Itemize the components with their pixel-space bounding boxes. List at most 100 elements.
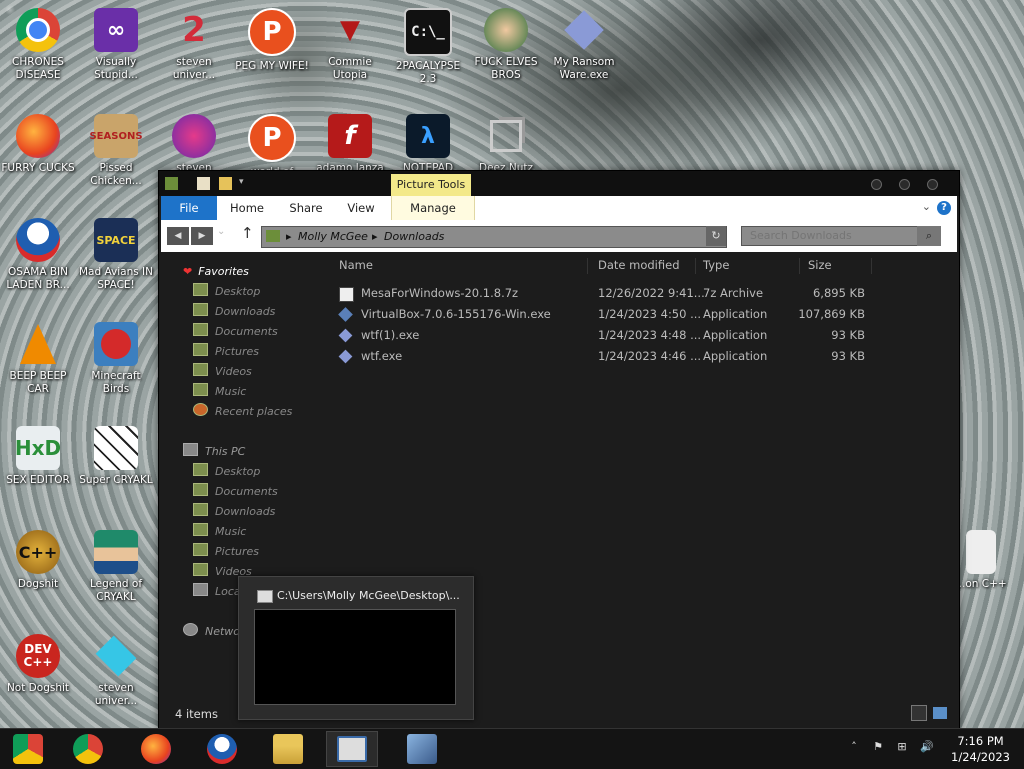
desktop-icon-beep-beep-car[interactable]: BEEP BEEP CAR	[0, 322, 76, 396]
taskbar-button-chrome-alt[interactable]	[2, 731, 54, 767]
address-bar[interactable]: ▸ Molly McGee ▸ Downloads	[261, 226, 727, 248]
desktop-folder-icon	[193, 283, 208, 296]
action-center-flag-icon[interactable]: ⚑	[872, 741, 884, 753]
nav-pc-desktop[interactable]: Desktop	[193, 463, 260, 481]
volume-icon[interactable]: 🔊	[920, 741, 934, 753]
thumbnail-window-preview[interactable]	[254, 609, 456, 705]
desktop-icon-label: Minecraft Birds	[91, 370, 141, 395]
nav-pc-music[interactable]: Music	[193, 523, 246, 541]
file-icon	[966, 530, 996, 574]
back-button[interactable]: ◀	[167, 227, 189, 245]
column-header-size[interactable]: Size	[808, 256, 832, 274]
close-button[interactable]	[927, 179, 938, 190]
column-header-type[interactable]: Type	[703, 256, 729, 274]
file-type: Application	[703, 349, 768, 363]
nav-favorite-documents[interactable]: Documents	[193, 323, 278, 341]
nav-favorite-downloads[interactable]: Downloads	[193, 303, 275, 321]
file-row[interactable]: MesaForWindows-20.1.8.7z 12/26/2022 9:41…	[331, 283, 951, 304]
title-bar[interactable]: ▾ Picture Tools	[159, 171, 959, 196]
file-row[interactable]: wtf(1).exe 1/24/2023 4:48 ... Applicatio…	[331, 325, 951, 346]
desktop-icon-super-cryakl[interactable]: Super CRYAKL	[78, 426, 154, 487]
taskbar-button-network-setup[interactable]	[396, 731, 448, 767]
taskbar-clock[interactable]: 7:16 PM 1/24/2023	[951, 733, 1010, 765]
file-row[interactable]: VirtualBox-7.0.6-155176-Win.exe 1/24/202…	[331, 304, 951, 325]
properties-icon[interactable]	[197, 177, 210, 190]
taskbar-button-firefox[interactable]	[130, 731, 182, 767]
desktop-icon-label: Mad Avians IN SPACE!	[78, 266, 154, 291]
column-separator[interactable]	[587, 258, 588, 274]
desktop-icon-steven-universe[interactable]: 2 steven univer...	[156, 8, 232, 82]
desktop-icon-osama[interactable]: OSAMA BIN LADEN BR...	[0, 218, 76, 292]
tab-view[interactable]: View	[337, 196, 385, 220]
desktop-icon-pissed-chicken[interactable]: SEASONS Pissed Chicken...	[78, 114, 154, 188]
minimize-button[interactable]	[871, 179, 882, 190]
help-icon[interactable]: ?	[937, 201, 951, 215]
desktop-icon-chrones-disease[interactable]: CHRONES DISEASE	[0, 8, 76, 82]
taskbar-thumbnail-preview[interactable]: C:\Users\Molly McGee\Desktop\...	[238, 576, 474, 720]
desktop-icon-mad-avians[interactable]: SPACE Mad Avians IN SPACE!	[78, 218, 154, 292]
computer-icon	[183, 443, 198, 456]
nav-pc-downloads[interactable]: Downloads	[193, 503, 275, 521]
taskbar-button-file-explorer[interactable]	[262, 731, 314, 767]
desktop-icon-notepad[interactable]: λ NOTEPAD	[390, 114, 466, 175]
column-header-date-modified[interactable]: Date modified	[598, 256, 680, 274]
tray-overflow-chevron-icon[interactable]: ˄	[848, 741, 860, 753]
column-separator[interactable]	[695, 258, 696, 274]
nav-favorites[interactable]: ❤ Favorites	[183, 263, 249, 281]
large-icons-view-icon[interactable]	[933, 707, 947, 719]
desktop-icon-sex-editor[interactable]: HxD SEX EDITOR	[0, 426, 76, 487]
nav-this-pc[interactable]: This PC	[183, 443, 245, 461]
up-arrow-icon[interactable]: ↑	[241, 224, 254, 242]
desktop-icon-fuck-elves-bros[interactable]: FUCK ELVES BROS	[468, 8, 544, 82]
tab-manage[interactable]: Manage	[391, 196, 475, 220]
desktop-icon-legend-of-cryakl[interactable]: Legend of CRYAKL	[78, 530, 154, 604]
nav-favorite-music[interactable]: Music	[193, 383, 246, 401]
desktop-icon-dogshit[interactable]: C++ Dogshit	[0, 530, 76, 591]
nav-favorite-desktop[interactable]: Desktop	[193, 283, 260, 301]
desktop-icon-deez-nutz[interactable]: Deez Nutz	[468, 114, 544, 175]
refresh-icon[interactable]: ↻	[706, 226, 726, 246]
tab-file[interactable]: File	[161, 196, 217, 220]
file-size: 93 KB	[831, 349, 865, 363]
nav-favorite-recent-places[interactable]: Recent places	[193, 403, 292, 421]
desktop-icon-visually-stupid[interactable]: ∞ Visually Stupid...	[78, 8, 154, 82]
desktop-icon-adamo-lanza[interactable]: f adamo lanza	[312, 114, 388, 175]
maximize-button[interactable]	[899, 179, 910, 190]
folder-app-icon[interactable]	[165, 177, 178, 190]
file-row[interactable]: wtf.exe 1/24/2023 4:46 ... Application 9…	[331, 346, 951, 367]
search-icon[interactable]: ⌕	[917, 226, 941, 246]
column-header-name[interactable]: Name	[339, 256, 373, 274]
desktop-icon-peg-my-wife[interactable]: P PEG MY WIFE!	[234, 8, 310, 73]
taskbar-button-console-active[interactable]	[326, 731, 378, 767]
desktop-icon-steven-universe-2[interactable]: steven univer...	[78, 634, 154, 708]
taskbar-button-chrome[interactable]	[62, 731, 114, 767]
recent-locations-icon[interactable]: ⌄	[217, 226, 225, 237]
desktop-icon-not-dogshit[interactable]: DEV C++ Not Dogshit	[0, 634, 76, 695]
search-input[interactable]	[741, 226, 939, 246]
nav-favorite-videos[interactable]: Videos	[193, 363, 252, 381]
tab-home[interactable]: Home	[223, 196, 271, 220]
breadcrumb-downloads[interactable]: Downloads	[384, 230, 444, 243]
tab-share[interactable]: Share	[281, 196, 331, 220]
nav-pc-pictures[interactable]: Pictures	[193, 543, 259, 561]
column-separator[interactable]	[871, 258, 872, 274]
taskbar-button-obama[interactable]	[196, 731, 248, 767]
desktop-icon-furry-cucks[interactable]: FURRY CUCKS	[0, 114, 76, 175]
nav-pc-documents[interactable]: Documents	[193, 483, 278, 501]
new-folder-icon[interactable]	[219, 177, 232, 190]
desktop-icon-minecraft-birds[interactable]: Minecraft Birds	[78, 322, 154, 396]
videos-folder-icon	[193, 363, 208, 376]
nav-favorite-pictures[interactable]: Pictures	[193, 343, 259, 361]
desktop-icon-my-ransom-ware[interactable]: My Ransom Ware.exe	[546, 8, 622, 82]
desktop-icon-steven[interactable]: steven	[156, 114, 232, 175]
column-separator[interactable]	[799, 258, 800, 274]
desktop-icon-commie-utopia[interactable]: ▼ Commie Utopia	[312, 8, 388, 82]
forward-button[interactable]: ▶	[191, 227, 213, 245]
details-view-icon[interactable]	[911, 705, 927, 721]
breadcrumb-molly-mcgee[interactable]: Molly McGee	[298, 230, 368, 243]
nav-pc-local-disk[interactable]: Local	[193, 583, 244, 601]
desktop-icon-2pacalypse[interactable]: C:\_ 2PACALYPSE 2.3	[390, 8, 466, 86]
chevron-down-icon[interactable]: ▾	[239, 177, 252, 190]
network-tray-icon[interactable]: ⊞	[896, 741, 908, 753]
ribbon-expand-icon[interactable]: ⌄	[922, 200, 931, 213]
